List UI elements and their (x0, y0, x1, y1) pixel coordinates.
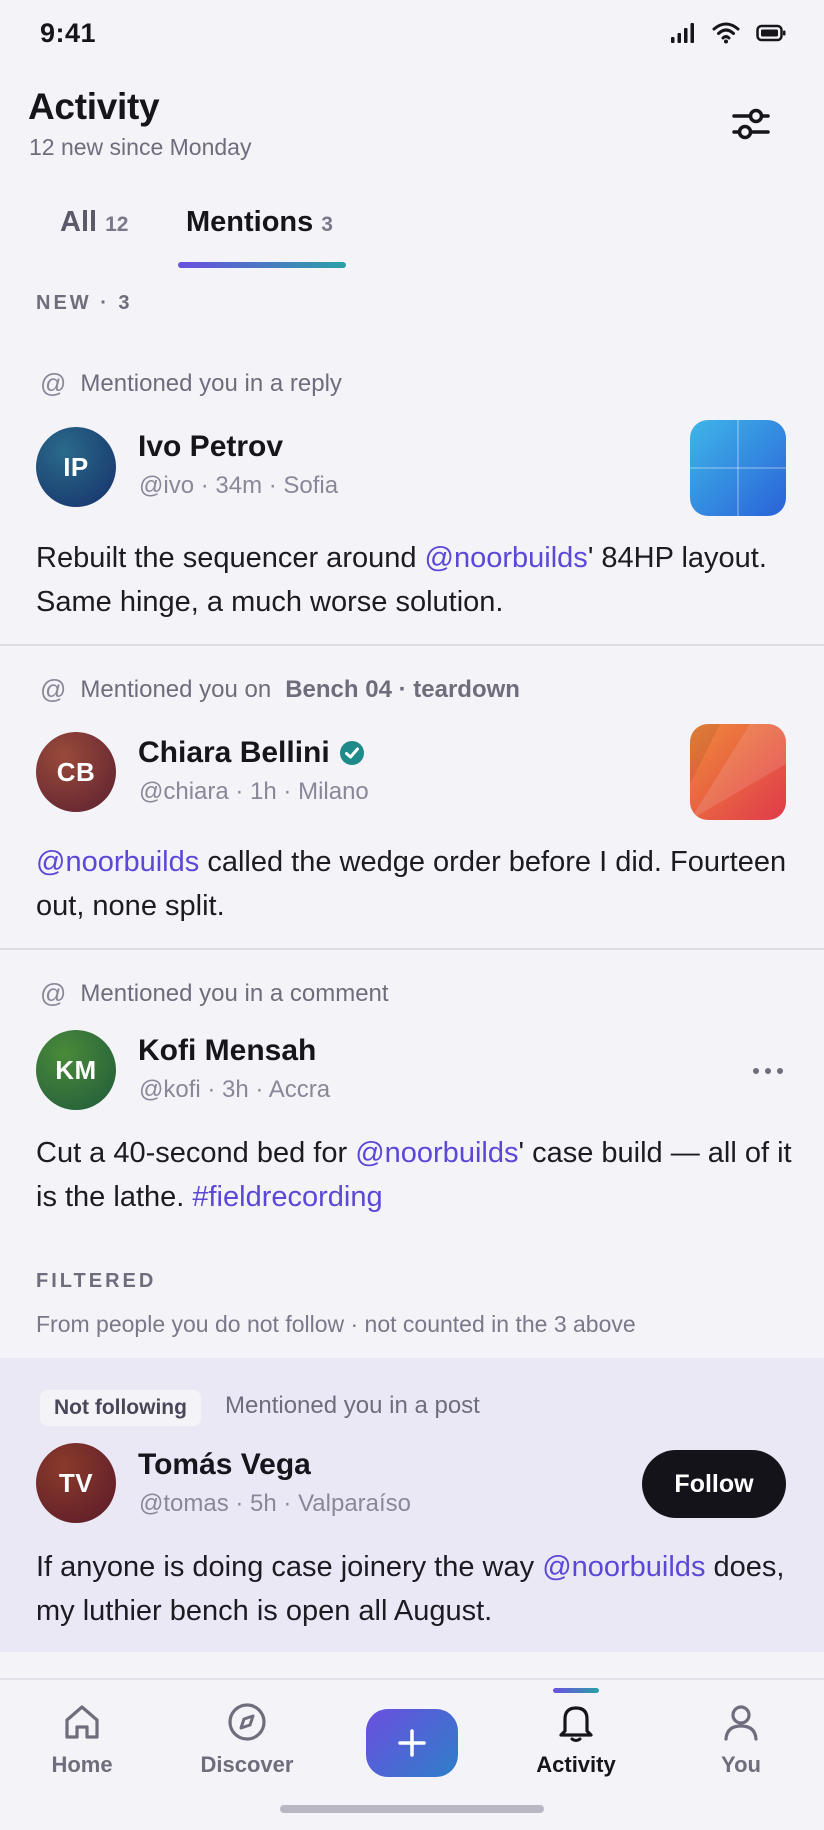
status-icons (670, 22, 786, 44)
verified-icon (339, 741, 364, 765)
post-thumbnail[interactable] (690, 420, 786, 516)
tab-all[interactable]: All 12 (60, 206, 128, 239)
post-body: Cut a 40-second bed for @noorbuilds' cas… (36, 1137, 792, 1213)
reason-target-link[interactable]: Bench 04 · teardown (285, 676, 520, 704)
divider (0, 644, 824, 646)
mention-reason: @ Mentioned you in a reply (40, 368, 342, 398)
mention-link[interactable]: @noorbuilds (355, 1137, 518, 1169)
nav-home[interactable]: Home (22, 1700, 142, 1778)
author-name[interactable]: Kofi Mensah (138, 1034, 316, 1068)
avatar[interactable]: CB (36, 732, 116, 812)
mention-reason: @ Mentioned you in a comment (40, 978, 389, 1008)
nav-active-indicator (553, 1688, 599, 1693)
author-meta: @chiara · 1h · Milano (139, 778, 369, 805)
author-meta: @tomas · 5h · Valparaíso (139, 1490, 412, 1517)
bell-icon (559, 1706, 593, 1742)
mention-link[interactable]: @noorbuilds (36, 846, 199, 878)
nav-discover[interactable]: Discover (187, 1700, 307, 1778)
tab-mentions-count: 3 (321, 213, 333, 236)
home-indicator (280, 1805, 544, 1813)
tab-all-count: 12 (105, 213, 129, 236)
battery-icon (756, 24, 786, 42)
post-body: If anyone is doing case joinery the way … (36, 1551, 785, 1627)
post-thumbnail[interactable] (690, 724, 786, 820)
mention-reason: Mentioned you in a post (225, 1392, 480, 1419)
more-horizontal-icon (753, 1068, 783, 1074)
mention-link[interactable]: @noorbuilds (542, 1551, 705, 1583)
tab-mentions[interactable]: Mentions 3 (186, 206, 333, 239)
plus-icon (398, 1729, 426, 1757)
tab-active-indicator (178, 262, 346, 268)
at-icon: @ (40, 674, 67, 704)
post-body: Rebuilt the sequencer around @noorbuilds… (36, 542, 767, 618)
compose-button[interactable] (366, 1709, 458, 1777)
section-filtered-label: FILTERED (36, 1270, 157, 1292)
hashtag-link[interactable]: #fieldrecording (192, 1181, 382, 1213)
author-name[interactable]: Tomás Vega (138, 1448, 311, 1482)
wifi-icon (712, 22, 740, 44)
status-time: 9:41 (40, 18, 97, 48)
avatar[interactable]: TV (36, 1443, 116, 1523)
tab-all-label: All (60, 206, 98, 238)
filter-button[interactable] (728, 104, 774, 144)
author-meta: @ivo · 34m · Sofia (139, 472, 339, 499)
author-name[interactable]: Ivo Petrov (138, 430, 283, 464)
section-new-label: NEW · 3 (36, 292, 133, 314)
more-options-button[interactable] (752, 1050, 784, 1084)
tab-mentions-label: Mentions (186, 206, 314, 238)
avatar[interactable]: IP (36, 427, 116, 507)
divider (0, 948, 824, 950)
page-subtitle: 12 new since Monday (29, 134, 252, 160)
follow-button[interactable]: Follow (642, 1450, 786, 1518)
mention-link[interactable]: @noorbuilds (425, 542, 588, 574)
mention-reason: @ Mentioned you on Bench 04 · teardown (40, 674, 520, 704)
person-icon (724, 1705, 758, 1741)
at-icon: @ (40, 368, 67, 398)
not-following-badge: Not following (40, 1390, 201, 1426)
at-icon: @ (40, 978, 67, 1008)
compass-icon (228, 1703, 266, 1741)
nav-activity[interactable]: Activity (516, 1700, 636, 1778)
page-title: Activity (28, 86, 160, 127)
home-icon (65, 1705, 99, 1739)
avatar[interactable]: KM (36, 1030, 116, 1110)
nav-you[interactable]: You (681, 1700, 801, 1778)
post-body: @noorbuilds called the wedge order befor… (36, 846, 787, 922)
signal-icon (671, 23, 694, 43)
author-name[interactable]: Chiara Bellini (138, 736, 366, 770)
sliders-icon (732, 108, 770, 140)
filtered-note: From people you do not follow · not coun… (36, 1311, 636, 1337)
author-meta: @kofi · 3h · Accra (139, 1076, 331, 1103)
